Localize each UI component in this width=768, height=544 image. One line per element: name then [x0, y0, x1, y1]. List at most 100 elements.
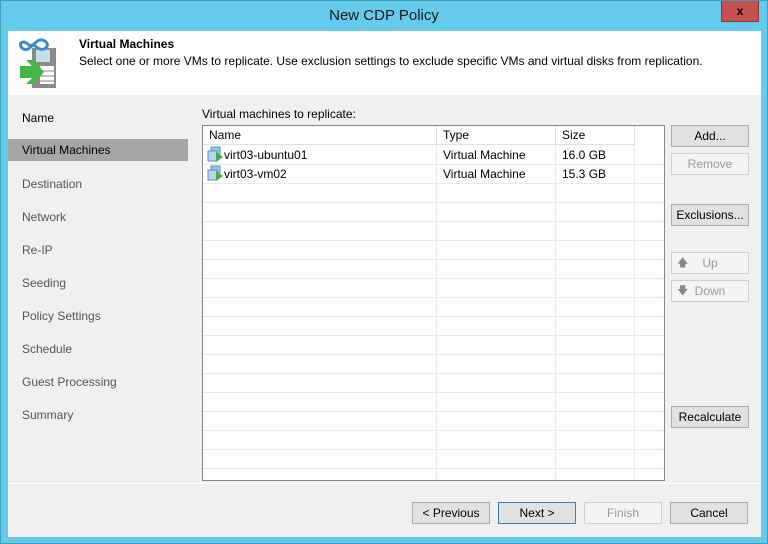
vm-icon: [207, 165, 223, 181]
column-header-name[interactable]: Name: [203, 126, 437, 145]
empty-row: [203, 203, 664, 222]
table-row[interactable]: virt03-ubuntu01 Virtual Machine 16.0 GB: [203, 146, 664, 165]
wizard-client: Virtual Machines Select one or more VMs …: [8, 31, 761, 537]
empty-cell: [556, 298, 635, 316]
previous-button[interactable]: < Previous: [412, 502, 490, 524]
step-re-ip[interactable]: Re-IP: [8, 239, 188, 261]
step-guest-processing[interactable]: Guest Processing: [8, 371, 188, 393]
empty-cell: [203, 374, 437, 392]
recalculate-button[interactable]: Recalculate: [671, 406, 749, 428]
empty-cell: [556, 260, 635, 278]
empty-cell: [203, 450, 437, 468]
empty-cell: [203, 412, 437, 430]
empty-cell: [203, 355, 437, 373]
vm-size: 15.3 GB: [556, 165, 635, 183]
vm-list-header: Name Type Size: [203, 126, 664, 146]
empty-cell: [437, 260, 556, 278]
step-policy-settings[interactable]: Policy Settings: [8, 305, 188, 327]
remove-button[interactable]: Remove: [671, 153, 749, 175]
title-bar: New CDP Policy x: [1, 1, 767, 31]
empty-row: [203, 279, 664, 298]
empty-row: [203, 222, 664, 241]
wizard-header: Virtual Machines Select one or more VMs …: [8, 31, 761, 95]
empty-cell: [203, 203, 437, 221]
empty-cell: [437, 412, 556, 430]
cancel-button[interactable]: Cancel: [670, 502, 748, 524]
empty-row: [203, 298, 664, 317]
window-title: New CDP Policy: [329, 7, 439, 24]
arrow-down-icon: 🡇: [677, 285, 689, 297]
empty-cell: [437, 336, 556, 354]
empty-row: [203, 450, 664, 469]
main-content: Virtual machines to replicate: Name Type…: [190, 95, 761, 511]
down-button[interactable]: 🡇 Down: [671, 280, 749, 302]
empty-cell: [437, 203, 556, 221]
empty-cell: [437, 317, 556, 335]
empty-cell: [203, 260, 437, 278]
empty-cell: [437, 222, 556, 240]
vm-name: virt03-ubuntu01: [224, 148, 308, 162]
empty-cell: [556, 374, 635, 392]
cdp-policy-icon: [18, 38, 56, 88]
empty-cell: [556, 336, 635, 354]
column-header-size[interactable]: Size: [556, 126, 635, 145]
add-button[interactable]: Add...: [671, 125, 749, 147]
page-title: Virtual Machines: [79, 37, 175, 51]
vm-type: Virtual Machine: [437, 146, 556, 164]
vm-name-cell: virt03-ubuntu01: [203, 146, 437, 164]
vm-list[interactable]: Name Type Size virt03-ubuntu01 Virtual M…: [202, 125, 665, 481]
empty-cell: [437, 355, 556, 373]
wizard-window: New CDP Policy x Virtual Machines Select…: [0, 0, 768, 544]
next-button[interactable]: Next >: [498, 502, 576, 524]
column-header-type[interactable]: Type: [437, 126, 556, 145]
vm-list-label: Virtual machines to replicate:: [202, 107, 356, 121]
empty-row: [203, 355, 664, 374]
empty-row: [203, 431, 664, 450]
empty-row: [203, 412, 664, 431]
empty-cell: [203, 298, 437, 316]
step-summary[interactable]: Summary: [8, 404, 188, 426]
empty-cell: [437, 469, 556, 480]
empty-cell: [203, 241, 437, 259]
step-schedule[interactable]: Schedule: [8, 338, 188, 360]
empty-cell: [437, 374, 556, 392]
empty-cell: [203, 431, 437, 449]
step-name[interactable]: Name: [8, 107, 188, 129]
arrow-up-icon: 🡅: [677, 257, 689, 269]
step-destination[interactable]: Destination: [8, 173, 188, 195]
empty-cell: [203, 393, 437, 411]
empty-row: [203, 336, 664, 355]
vm-icon: [207, 146, 223, 162]
finish-button[interactable]: Finish: [584, 502, 662, 524]
empty-row: [203, 260, 664, 279]
empty-row: [203, 469, 664, 480]
table-row[interactable]: virt03-vm02 Virtual Machine 15.3 GB: [203, 165, 664, 184]
step-seeding[interactable]: Seeding: [8, 272, 188, 294]
step-network[interactable]: Network: [8, 206, 188, 228]
empty-cell: [556, 203, 635, 221]
wizard-steps: Name Virtual Machines Destination Networ…: [8, 95, 188, 537]
vm-size: 16.0 GB: [556, 146, 635, 164]
exclusions-button[interactable]: Exclusions...: [671, 204, 749, 226]
up-label: Up: [702, 256, 718, 270]
empty-cell: [556, 317, 635, 335]
empty-row: [203, 184, 664, 203]
empty-cell: [203, 317, 437, 335]
empty-cell: [203, 279, 437, 297]
close-button[interactable]: x: [721, 1, 759, 22]
empty-cell: [203, 469, 437, 480]
step-virtual-machines[interactable]: Virtual Machines: [8, 139, 188, 161]
empty-cell: [437, 184, 556, 202]
empty-row: [203, 374, 664, 393]
empty-cell: [203, 336, 437, 354]
empty-cell: [556, 222, 635, 240]
empty-cell: [437, 393, 556, 411]
vm-name: virt03-vm02: [224, 167, 287, 181]
up-button[interactable]: 🡅 Up: [671, 252, 749, 274]
empty-row: [203, 393, 664, 412]
wizard-footer: < Previous Next > Finish Cancel: [8, 483, 761, 537]
empty-cell: [437, 298, 556, 316]
page-description: Select one or more VMs to replicate. Use…: [79, 54, 703, 68]
empty-cell: [556, 469, 635, 480]
empty-row: [203, 317, 664, 336]
